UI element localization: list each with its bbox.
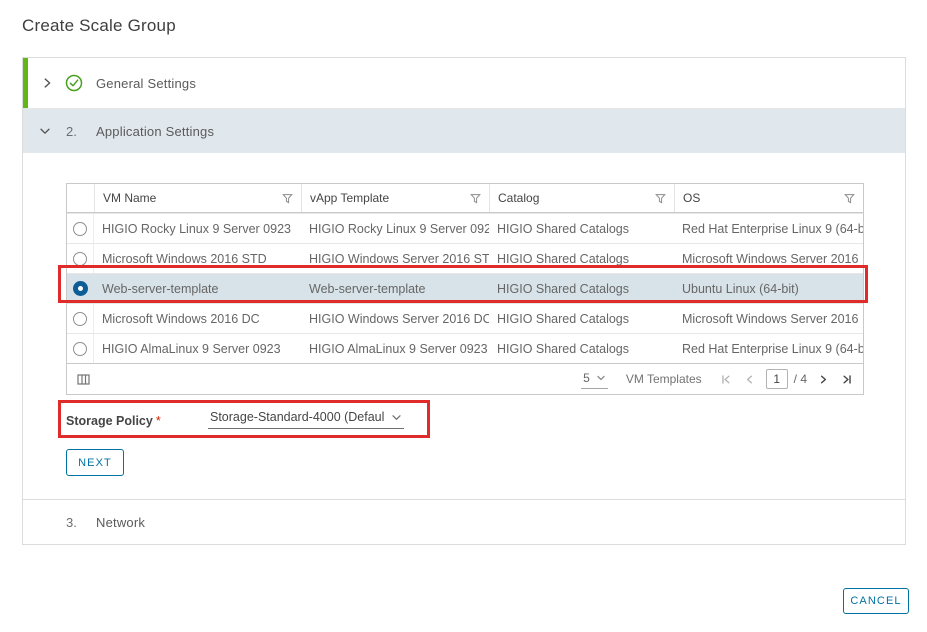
wizard-accordion: General Settings 2. Application Settings… bbox=[22, 57, 906, 545]
cell-vm-name: HIGIO Rocky Linux 9 Server 0923 bbox=[94, 214, 301, 243]
radio-button[interactable] bbox=[73, 252, 87, 266]
page-number-input[interactable]: 1 bbox=[766, 369, 788, 389]
section-title-application-settings: Application Settings bbox=[96, 124, 214, 139]
completed-indicator-bar bbox=[23, 58, 28, 108]
cell-vapp-template: HIGIO Windows Server 2016 ST... bbox=[301, 244, 489, 273]
cell-os: Microsoft Windows Server 2016 ... bbox=[674, 244, 863, 273]
page-size-value: 5 bbox=[583, 371, 590, 385]
column-header-label: OS bbox=[683, 191, 840, 205]
cell-os: Microsoft Windows Server 2016 ... bbox=[674, 304, 863, 333]
cell-os: Red Hat Enterprise Linux 9 (64-b... bbox=[674, 334, 863, 363]
column-header-label: Catalog bbox=[498, 191, 651, 205]
table-row[interactable]: Microsoft Windows 2016 STD HIGIO Windows… bbox=[67, 243, 863, 273]
next-page-icon[interactable] bbox=[817, 373, 830, 386]
required-asterisk: * bbox=[156, 414, 161, 428]
cell-vapp-template: HIGIO Windows Server 2016 DC ... bbox=[301, 304, 489, 333]
section-general-settings[interactable]: General Settings bbox=[23, 58, 905, 109]
cell-catalog: HIGIO Shared Catalogs bbox=[489, 304, 674, 333]
column-header-vm-name[interactable]: VM Name bbox=[94, 184, 301, 212]
application-settings-content: VM Name vApp Template Catalog OS bbox=[23, 153, 905, 501]
table-row[interactable]: HIGIO Rocky Linux 9 Server 0923 HIGIO Ro… bbox=[67, 213, 863, 243]
previous-page-icon[interactable] bbox=[743, 373, 756, 386]
table-row-selected[interactable]: Web-server-template Web-server-template … bbox=[67, 273, 863, 303]
last-page-icon[interactable] bbox=[840, 373, 853, 386]
table-header-row: VM Name vApp Template Catalog OS bbox=[67, 184, 863, 213]
radio-button-checked[interactable] bbox=[73, 281, 88, 296]
filter-icon[interactable] bbox=[655, 193, 666, 204]
column-header-os[interactable]: OS bbox=[674, 184, 863, 212]
cell-catalog: HIGIO Shared Catalogs bbox=[489, 274, 674, 303]
section-title-general-settings: General Settings bbox=[96, 76, 196, 91]
radio-button[interactable] bbox=[73, 222, 87, 236]
cell-catalog: HIGIO Shared Catalogs bbox=[489, 334, 674, 363]
radio-button[interactable] bbox=[73, 342, 87, 356]
chevron-down-icon bbox=[596, 373, 606, 383]
column-header-vapp-template[interactable]: vApp Template bbox=[301, 184, 489, 212]
column-header-label: VM Name bbox=[103, 191, 278, 205]
cell-os: Red Hat Enterprise Linux 9 (64-b... bbox=[674, 214, 863, 243]
table-footer: 5 VM Templates 1 / 4 bbox=[67, 363, 863, 394]
table-row[interactable]: HIGIO AlmaLinux 9 Server 0923 HIGIO Alma… bbox=[67, 333, 863, 363]
storage-policy-value: Storage-Standard-4000 (Defaul bbox=[210, 410, 387, 424]
section-title-network: Network bbox=[96, 515, 145, 530]
table-row[interactable]: Microsoft Windows 2016 DC HIGIO Windows … bbox=[67, 303, 863, 333]
create-scale-group-wizard: Create Scale Group General Settings 2. A… bbox=[0, 0, 927, 632]
cell-vapp-template: HIGIO Rocky Linux 9 Server 0923 bbox=[301, 214, 489, 243]
page-size-select[interactable]: 5 bbox=[581, 370, 608, 389]
cell-vm-name: Web-server-template bbox=[94, 274, 301, 303]
filter-icon[interactable] bbox=[844, 193, 855, 204]
section-network[interactable]: 3. Network bbox=[23, 499, 905, 544]
column-header-label: vApp Template bbox=[310, 191, 466, 205]
storage-policy-field: Storage Policy * Storage-Standard-4000 (… bbox=[66, 408, 161, 434]
cell-vapp-template: Web-server-template bbox=[301, 274, 489, 303]
vm-template-table: VM Name vApp Template Catalog OS bbox=[66, 183, 864, 395]
chevron-right-icon[interactable] bbox=[40, 76, 54, 90]
storage-policy-label: Storage Policy bbox=[66, 414, 153, 428]
first-page-icon[interactable] bbox=[720, 373, 733, 386]
check-circle-icon bbox=[65, 74, 83, 92]
items-type-label: VM Templates bbox=[626, 372, 702, 386]
section-number: 3. bbox=[66, 515, 77, 530]
cancel-button[interactable]: CANCEL bbox=[843, 588, 909, 614]
cell-catalog: HIGIO Shared Catalogs bbox=[489, 214, 674, 243]
filter-icon[interactable] bbox=[470, 193, 481, 204]
section-application-settings[interactable]: 2. Application Settings bbox=[23, 109, 905, 153]
radio-column-header bbox=[67, 184, 94, 212]
cell-os: Ubuntu Linux (64-bit) bbox=[674, 274, 863, 303]
column-header-catalog[interactable]: Catalog bbox=[489, 184, 674, 212]
chevron-down-icon bbox=[391, 412, 402, 423]
cell-catalog: HIGIO Shared Catalogs bbox=[489, 244, 674, 273]
chevron-down-icon[interactable] bbox=[38, 124, 52, 138]
cell-vm-name: HIGIO AlmaLinux 9 Server 0923 bbox=[94, 334, 301, 363]
filter-icon[interactable] bbox=[282, 193, 293, 204]
radio-button[interactable] bbox=[73, 312, 87, 326]
section-number: 2. bbox=[66, 124, 77, 139]
page-total-label: / 4 bbox=[794, 372, 807, 386]
column-picker-icon[interactable] bbox=[77, 373, 90, 386]
cell-vm-name: Microsoft Windows 2016 STD bbox=[94, 244, 301, 273]
cell-vm-name: Microsoft Windows 2016 DC bbox=[94, 304, 301, 333]
storage-policy-select[interactable]: Storage-Standard-4000 (Defaul bbox=[208, 408, 404, 429]
next-button[interactable]: NEXT bbox=[66, 449, 124, 476]
pagination-controls: 1 / 4 bbox=[720, 369, 853, 389]
page-title: Create Scale Group bbox=[22, 16, 176, 36]
cell-vapp-template: HIGIO AlmaLinux 9 Server 0923 bbox=[301, 334, 489, 363]
